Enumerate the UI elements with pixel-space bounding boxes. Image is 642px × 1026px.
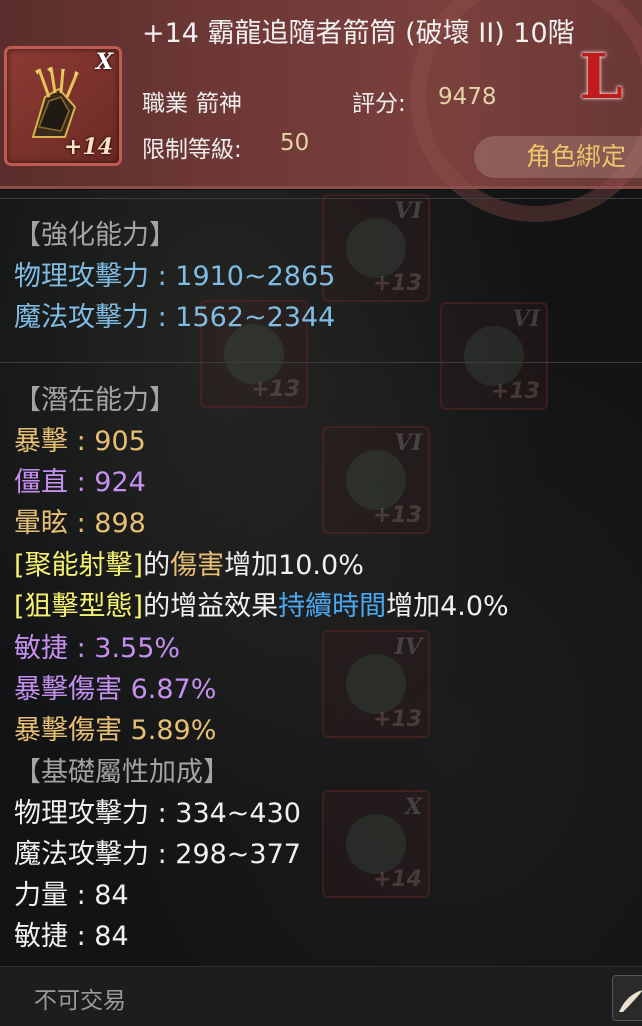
potential-crit-damage: 暴擊傷害 6.87% xyxy=(14,674,217,705)
connector-text: 的增益效果 xyxy=(143,591,279,622)
enhance-stat-magic: 魔法攻擊力 : 1562~2344 xyxy=(14,302,336,333)
score-label: 評分: xyxy=(352,91,406,117)
item-tooltip-header: X +14 +14 霸龍追隨者箭筒 (破壞 II) 10階 職業 箭神 評分: … xyxy=(0,0,642,222)
skill-name: [狙擊型態] xyxy=(14,591,144,622)
slot-tier: VI xyxy=(512,306,540,332)
class-value: 箭神 xyxy=(196,91,242,117)
item-enhance-level: +14 xyxy=(63,134,113,160)
background-item-slot: VI +13 xyxy=(440,302,548,410)
score-value: 9478 xyxy=(438,84,497,110)
slot-enhance: +13 xyxy=(490,379,540,404)
potential-stun: 暈眩 : 898 xyxy=(14,508,146,539)
background-item-slot: X +14 xyxy=(322,790,430,898)
background-item-slot: VI +13 xyxy=(322,194,430,302)
tooltip-footer: 不可交易 xyxy=(0,966,642,1026)
section-divider xyxy=(0,362,642,363)
slot-tier: VI xyxy=(394,198,422,224)
slot-tier: VI xyxy=(394,430,422,456)
potential-crit: 暴擊 : 905 xyxy=(14,426,146,457)
item-art xyxy=(346,654,406,714)
skill-name: [聚能射擊] xyxy=(14,550,144,581)
effect-amount: 增加4.0% xyxy=(386,591,509,622)
base-stat-magic: 魔法攻擊力 : 298~377 xyxy=(14,839,301,870)
level-limit-label: 限制等級: xyxy=(142,137,242,163)
item-art xyxy=(346,450,406,510)
potential-heading: 【潛在能力】 xyxy=(14,385,176,416)
item-art xyxy=(464,326,524,386)
level-limit-value: 50 xyxy=(280,130,310,156)
slot-tier: X xyxy=(404,794,422,820)
enhance-heading: 【強化能力】 xyxy=(14,220,176,251)
potential-stiffness: 僵直 : 924 xyxy=(14,467,146,498)
potential-crit-damage: 暴擊傷害 5.89% xyxy=(14,715,217,746)
class-label: 職業 xyxy=(142,91,188,117)
base-stat-strength: 力量 : 84 xyxy=(14,880,129,911)
item-tier: X xyxy=(95,49,113,75)
enhance-stat-physical: 物理攻擊力 : 1910~2865 xyxy=(14,261,336,292)
rank-badge: L xyxy=(579,40,623,113)
bind-status: 角色綁定 xyxy=(474,136,642,178)
slot-enhance: +14 xyxy=(372,867,422,892)
slot-enhance: +13 xyxy=(372,271,422,296)
quiver-icon xyxy=(31,67,79,138)
item-title: +14 霸龍追隨者箭筒 (破壞 II) 10階 xyxy=(142,18,575,49)
background-item-slot: IV +13 xyxy=(322,630,430,738)
base-stat-physical: 物理攻擊力 : 334~430 xyxy=(14,798,301,829)
feather-icon xyxy=(619,990,642,1012)
item-preview-button[interactable] xyxy=(612,975,642,1021)
effect-amount: 增加10.0% xyxy=(224,550,364,581)
effect-keyword: 持續時間 xyxy=(278,591,387,622)
slot-enhance: +13 xyxy=(372,503,422,528)
potential-agility-percent: 敏捷 : 3.55% xyxy=(14,633,181,664)
item-icon-slot[interactable]: X +14 xyxy=(4,46,122,166)
base-heading: 【基礎屬性加成】 xyxy=(14,757,230,788)
base-stat-agility: 敏捷 : 84 xyxy=(14,921,129,952)
slot-enhance: +13 xyxy=(250,377,300,402)
slot-enhance: +13 xyxy=(372,707,422,732)
connector-text: 的 xyxy=(143,550,171,581)
slot-tier: IV xyxy=(394,634,422,660)
section-divider xyxy=(0,198,642,199)
trade-status: 不可交易 xyxy=(34,988,126,1014)
background-item-slot: VI +13 xyxy=(322,426,430,534)
effect-keyword: 傷害 xyxy=(170,550,225,581)
item-art xyxy=(346,218,406,278)
item-art xyxy=(346,814,406,874)
potential-skill-duration: [狙擊型態]的增益效果持續時間增加4.0% xyxy=(14,591,509,623)
potential-skill-damage: [聚能射擊]的傷害增加10.0% xyxy=(14,550,364,582)
